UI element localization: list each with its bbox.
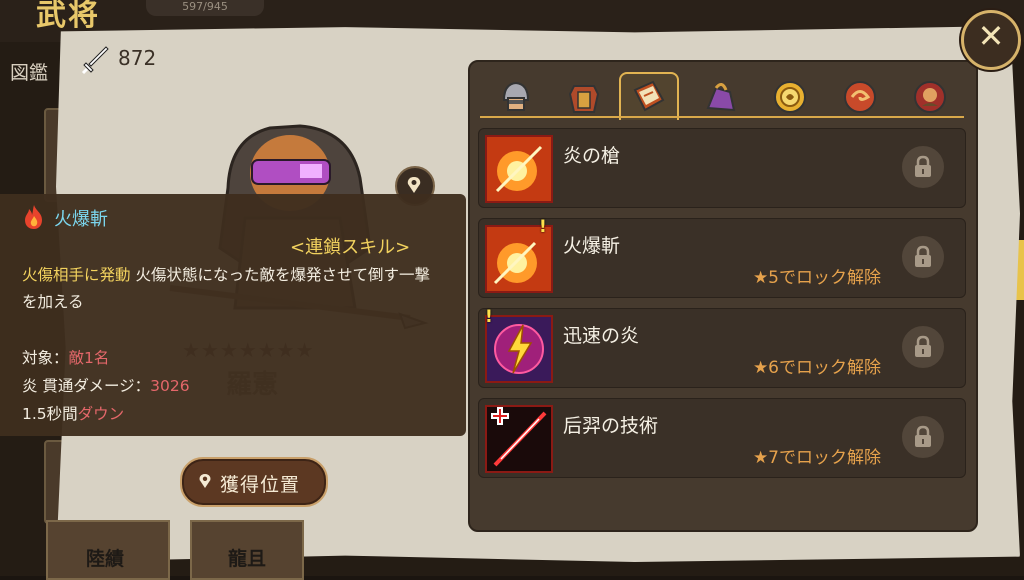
skill-title: 火爆斬 (563, 235, 621, 257)
lock-button[interactable] (901, 145, 945, 189)
warning-badge-icon: ! (539, 217, 547, 237)
lock-button[interactable] (901, 325, 945, 369)
shield-icon (844, 81, 876, 113)
skill-condition: 火傷相手に発動 (22, 266, 131, 284)
archery-skill-icon (485, 405, 553, 473)
tab-token[interactable] (762, 74, 818, 118)
acquire-location-label: 獲得位置 (220, 474, 301, 496)
stat-down-value: ダウン (77, 405, 125, 423)
sword-icon (81, 46, 109, 75)
location-pin-icon (407, 177, 421, 193)
warning-badge-icon: ! (485, 307, 493, 327)
tab-underline (480, 116, 964, 118)
accessory-icon (706, 83, 736, 112)
stat-damage-value: 3026 (150, 377, 190, 395)
stat-damage-label: 炎 貫通ダメージ： (22, 377, 151, 395)
token-icon (774, 81, 806, 113)
location-pin-icon (199, 474, 211, 488)
skill-row[interactable]: ! 火爆斬 ★5でロック解除 (478, 217, 966, 298)
skill-name: 火爆斬 (54, 209, 108, 230)
tab-skill-book[interactable] (619, 72, 679, 120)
fire-spear-skill-icon (485, 135, 553, 203)
zukan-tab[interactable]: 図鑑 (10, 58, 48, 85)
screen-title: 武将 (36, 0, 100, 33)
bg-hero-name: 陸績 (86, 548, 125, 570)
skill-description: 火傷相手に発動 火傷状態になった敵を爆発させて倒す一撃を加える (22, 262, 442, 316)
stat-damage: 炎 貫通ダメージ：3026 (22, 374, 190, 396)
tab-armor[interactable] (556, 74, 612, 118)
fire-icon (25, 205, 42, 229)
lock-button[interactable] (901, 235, 945, 279)
tab-helmet[interactable] (488, 74, 544, 118)
lock-icon (915, 245, 931, 267)
tab-portrait[interactable] (902, 74, 958, 118)
portrait-icon (914, 81, 946, 113)
lock-icon (915, 155, 931, 177)
skill-book-icon (633, 80, 665, 112)
chain-skill-label: <連鎖スキル> (290, 237, 411, 258)
skill-title: 炎の槍 (563, 145, 621, 167)
lock-icon (915, 425, 931, 447)
skill-title: 后羿の技術 (563, 415, 659, 437)
skill-row[interactable]: 炎の槍 (478, 128, 966, 208)
acquire-location-button[interactable]: 獲得位置 (180, 457, 328, 507)
tab-accessory[interactable] (692, 74, 748, 118)
helmet-icon (502, 81, 530, 111)
stat-target-label: 対象： (22, 349, 69, 367)
lock-button[interactable] (901, 415, 945, 459)
stat-down: 1.5秒間ダウン (22, 402, 124, 424)
stat-down-label: 1.5秒間 (22, 405, 78, 423)
armor-icon (568, 85, 600, 113)
unlock-requirement: ★6でロック解除 (752, 358, 881, 378)
close-button[interactable]: ✕ (961, 10, 1021, 70)
unlock-requirement: ★5でロック解除 (752, 268, 881, 288)
close-icon: ✕ (977, 17, 1005, 55)
swift-flame-skill-icon (485, 315, 553, 383)
lock-icon (915, 335, 931, 357)
skill-title: 迅速の炎 (563, 325, 640, 347)
unlock-requirement: ★7でロック解除 (752, 448, 881, 468)
bg-hero-name: 龍且 (228, 548, 267, 570)
stat-target: 対象：敵1名 (22, 346, 109, 368)
power-value: 872 (118, 46, 157, 70)
tab-shield[interactable] (832, 74, 888, 118)
skill-row[interactable]: 后羿の技術 ★7でロック解除 (478, 398, 966, 478)
hero-count: 597/945 (146, 0, 264, 16)
stat-target-value: 敵1名 (68, 349, 110, 367)
skill-row[interactable]: ! 迅速の炎 ★6でロック解除 (478, 307, 966, 388)
